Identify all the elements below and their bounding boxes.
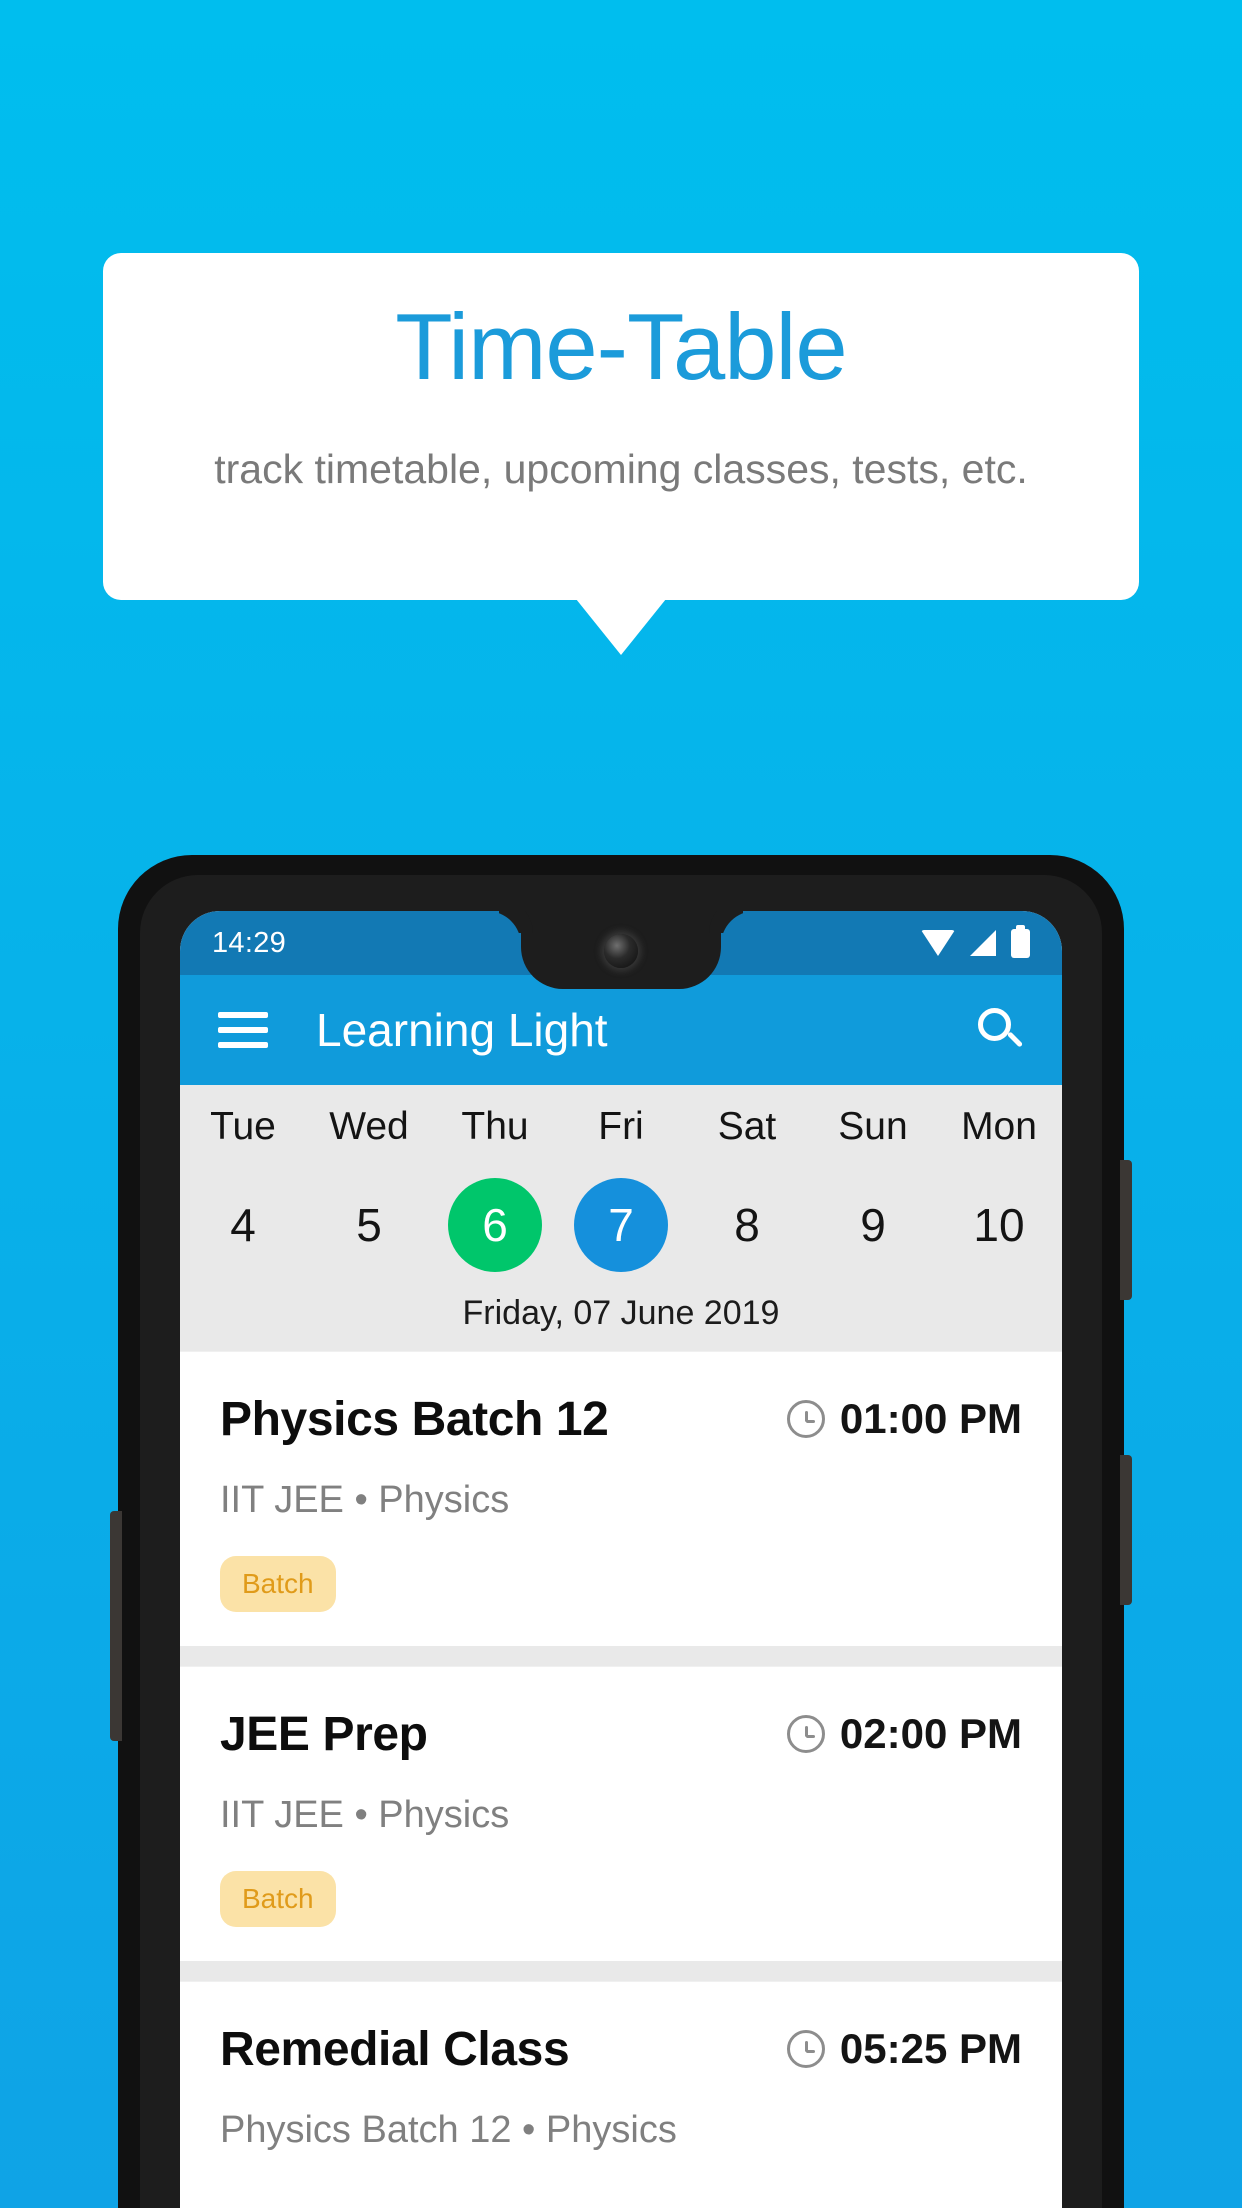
class-type-badge: Batch [220,1870,336,1927]
day-number: 6 [448,1177,542,1272]
day-name: Wed [329,1105,409,1148]
class-card[interactable]: Remedial Class 05:25 PM Physics Batch 12 •… [180,1980,1062,2186]
wifi-icon [921,930,955,956]
day-number: 8 [734,1198,760,1251]
clock-icon [786,2030,825,2069]
clock-icon [786,1400,825,1439]
phone-screen: 14:29 Learning Light Tue 4 Wed 5 Thu 6 F… [180,911,1062,2208]
phone-side-button[interactable] [1120,1455,1132,1605]
class-time: 05:25 PM [839,2025,1022,2073]
day-cell-thu[interactable]: Thu 6 [432,1099,558,1272]
battery-icon [1011,924,1030,958]
class-time: 02:00 PM [839,1710,1022,1758]
promo-bubble-tail [576,599,666,655]
selected-full-date: Friday, 07 June 2019 [462,1293,780,1332]
phone-bezel: 14:29 Learning Light Tue 4 Wed 5 Thu 6 F… [140,875,1102,2208]
class-card[interactable]: Physics Batch 12 01:00 PM IIT JEE • Physic… [180,1350,1062,1646]
day-list: Tue 4 Wed 5 Thu 6 Fri 7 Sat 8 Sun 9 Mon 10 [180,1099,1062,1272]
day-number: 10 [973,1198,1025,1251]
class-title: JEE Prep [220,1707,428,1761]
search-icon[interactable] [976,1006,1024,1054]
day-cell-sat[interactable]: Sat 8 [684,1099,810,1272]
class-type-badge: Batch [220,1555,336,1612]
class-list: Physics Batch 12 01:00 PM IIT JEE • Physic… [180,1350,1062,2186]
hamburger-menu-icon[interactable] [218,1012,268,1048]
day-name: Tue [210,1105,276,1148]
signal-icon [970,930,996,956]
class-card[interactable]: JEE Prep 02:00 PM IIT JEE • Physics Batch [180,1665,1062,1961]
phone-power-button[interactable] [1120,1160,1132,1300]
class-time: 01:00 PM [839,1395,1022,1443]
day-name: Fri [598,1105,644,1148]
day-number: 4 [230,1198,256,1251]
day-number: 5 [356,1198,382,1251]
status-bar-clock: 14:29 [212,926,287,959]
promo-subtitle: track timetable, upcoming classes, tests… [214,446,1028,492]
class-card-header: Remedial Class 05:25 PM [220,2022,1022,2077]
day-cell-wed[interactable]: Wed 5 [306,1099,432,1272]
phone-volume-button[interactable] [110,1511,122,1741]
day-number: 9 [860,1198,886,1251]
promo-title: Time-Table [395,294,847,399]
class-title: Physics Batch 12 [220,1392,609,1446]
phone-mockup: 14:29 Learning Light Tue 4 Wed 5 Thu 6 F… [110,855,1132,2208]
day-name: Sat [717,1105,777,1148]
clock-icon [786,1715,825,1754]
class-card-header: Physics Batch 12 01:00 PM [220,1392,1022,1447]
class-subtitle: IIT JEE • Physics [220,1793,510,1836]
phone-notch [521,911,721,989]
day-strip: Tue 4 Wed 5 Thu 6 Fri 7 Sat 8 Sun 9 Mon 10 Friday, 07… [180,1085,1062,1351]
class-card-header: JEE Prep 02:00 PM [220,1707,1022,1762]
class-time-group: 05:25 PM [786,2025,1022,2073]
class-subtitle: Physics Batch 12 • Physics [220,2108,677,2151]
day-cell-sun[interactable]: Sun 9 [810,1099,936,1272]
day-cell-mon[interactable]: Mon 10 [936,1099,1062,1272]
day-cell-fri[interactable]: Fri 7 [558,1099,684,1272]
status-bar-icons [921,924,1030,958]
app-title: Learning Light [316,1004,608,1056]
front-camera-icon [604,934,638,968]
day-cell-tue[interactable]: Tue 4 [180,1099,306,1272]
class-title: Remedial Class [220,2022,570,2076]
day-number: 7 [574,1177,668,1272]
class-time-group: 01:00 PM [786,1395,1022,1443]
day-name: Sun [838,1105,908,1148]
day-name: Thu [461,1105,529,1148]
class-subtitle: IIT JEE • Physics [220,1478,510,1521]
day-name: Mon [961,1105,1037,1148]
class-time-group: 02:00 PM [786,1710,1022,1758]
app-bar: Learning Light [180,975,1062,1085]
